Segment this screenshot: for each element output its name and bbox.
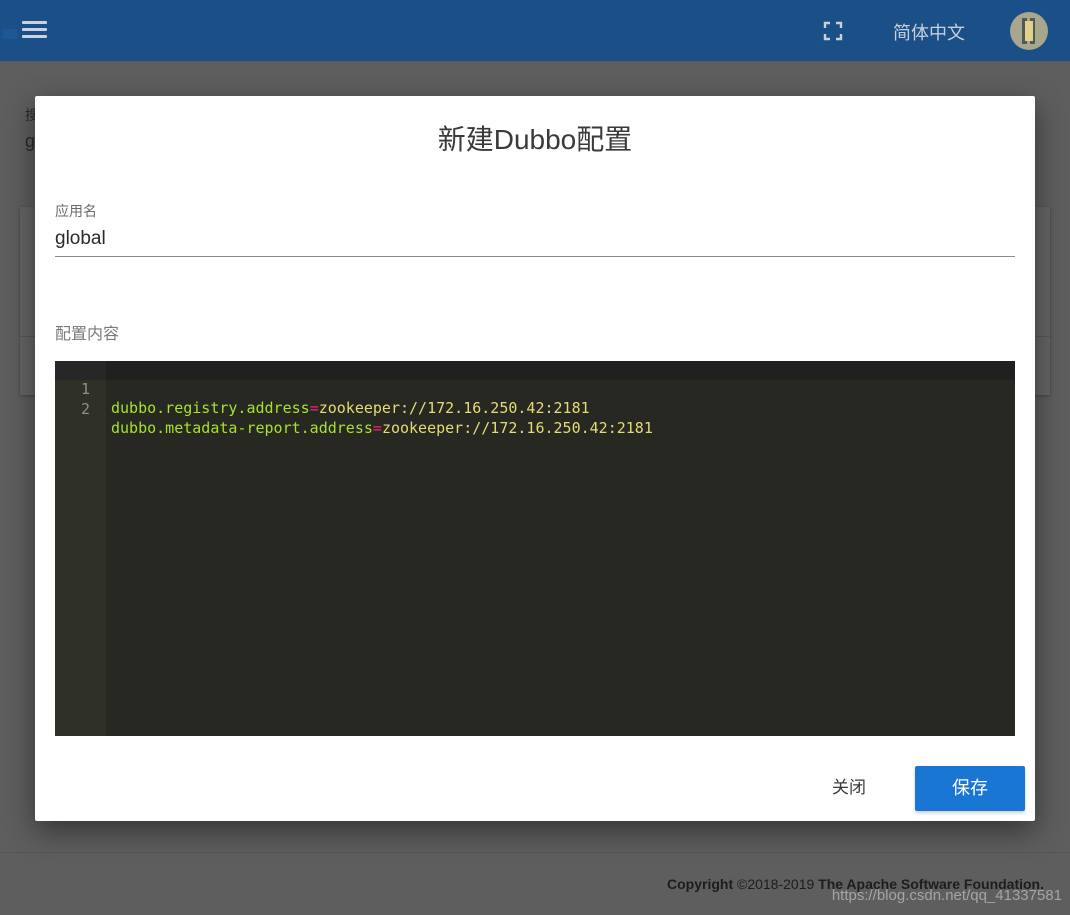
footer-divider bbox=[0, 852, 1070, 853]
menu-icon[interactable] bbox=[22, 21, 47, 41]
config-key: dubbo.metadata-report.address bbox=[111, 419, 373, 437]
dialog-title: 新建Dubbo配置 bbox=[437, 124, 633, 155]
editor-line[interactable]: 1 dubbo.registry.address=zookeeper://172… bbox=[55, 361, 1015, 417]
language-switcher[interactable]: 简体中文 bbox=[893, 19, 965, 45]
fullscreen-icon[interactable] bbox=[822, 20, 844, 42]
close-button[interactable]: 关闭 bbox=[815, 766, 883, 810]
config-key: dubbo.registry.address bbox=[111, 399, 310, 417]
background-search-value: g bbox=[25, 131, 36, 151]
footer-years: ©2018-2019 bbox=[737, 876, 815, 892]
code-editor[interactable]: 1 dubbo.registry.address=zookeeper://172… bbox=[55, 361, 1015, 736]
watermark: https://blog.csdn.net/qq_41337581 bbox=[831, 887, 1062, 904]
avatar[interactable] bbox=[1010, 12, 1048, 50]
app-bar: 简体中文 bbox=[0, 0, 1070, 61]
save-button[interactable]: 保存 bbox=[915, 766, 1025, 811]
config-value: zookeeper://172.16.250.42:2181 bbox=[318, 399, 590, 417]
app-name-label: 应用名 bbox=[55, 203, 97, 219]
config-value: zookeeper://172.16.250.42:2181 bbox=[381, 419, 653, 437]
footer-copyright-label: Copyright bbox=[667, 876, 734, 892]
config-operator: = bbox=[309, 399, 319, 417]
menu-highlight bbox=[3, 29, 17, 39]
config-content-label: 配置内容 bbox=[55, 326, 120, 343]
editor-line[interactable]: 2 dubbo.metadata-report.address=zookeepe… bbox=[55, 381, 1015, 437]
new-config-dialog: 新建Dubbo配置 应用名 配置内容 1 dubbo.registry.addr… bbox=[35, 96, 1035, 821]
line-number: 2 bbox=[80, 400, 90, 418]
config-operator: = bbox=[372, 419, 382, 437]
app-name-input[interactable] bbox=[55, 222, 1015, 257]
